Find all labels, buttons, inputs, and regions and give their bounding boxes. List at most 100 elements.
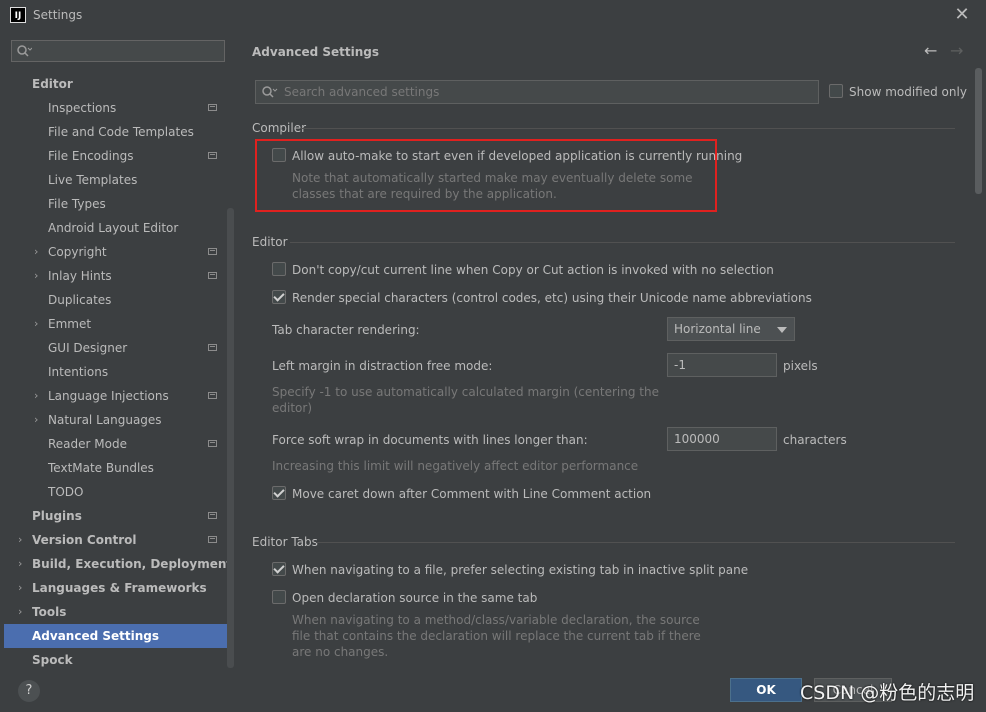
sidebar-item-tools[interactable]: › Tools	[4, 600, 233, 624]
tab-rendering-label: Tab character rendering:	[272, 323, 420, 337]
close-icon[interactable]: ✕	[952, 5, 972, 25]
project-level-icon	[208, 344, 217, 351]
chevron-right-icon[interactable]: ›	[18, 600, 22, 624]
sidebar-item-plugins[interactable]: Plugins	[4, 504, 233, 528]
project-level-icon	[208, 512, 217, 519]
sidebar-item-label: Advanced Settings	[32, 629, 160, 643]
chevron-right-icon[interactable]: ›	[34, 384, 38, 408]
left-margin-unit: pixels	[783, 359, 818, 373]
sidebar-item-version-control[interactable]: › Version Control	[4, 528, 233, 552]
chevron-right-icon[interactable]: ›	[18, 528, 22, 552]
sidebar-item-android-layout-editor[interactable]: Android Layout Editor	[4, 216, 233, 240]
sidebar-item-file-encodings[interactable]: File Encodings	[4, 144, 233, 168]
sidebar-item-label: TODO	[48, 485, 84, 499]
soft-wrap-value: 100000	[674, 432, 720, 446]
sidebar-item-copyright[interactable]: › Copyright	[4, 240, 233, 264]
sidebar-item-file-and-code-templates[interactable]: File and Code Templates	[4, 120, 233, 144]
sidebar-item-languages-frameworks[interactable]: › Languages & Frameworks	[4, 576, 233, 600]
left-margin-label: Left margin in distraction free mode:	[272, 359, 493, 373]
sidebar-item-label: Live Templates	[48, 173, 138, 187]
chevron-right-icon[interactable]: ›	[18, 576, 22, 600]
sidebar-item-editor[interactable]: Editor	[4, 72, 233, 96]
editor-section-header: Editor	[252, 235, 288, 249]
left-margin-input[interactable]: -1	[667, 353, 777, 377]
chevron-right-icon[interactable]: ›	[18, 552, 22, 576]
sidebar-item-label: Build, Execution, Deployment	[32, 557, 233, 571]
sidebar-item-language-injections[interactable]: › Language Injections	[4, 384, 233, 408]
show-modified-only-checkbox[interactable]	[829, 84, 843, 98]
no-copy-cut-checkbox[interactable]	[272, 262, 286, 276]
title-bar: IJ Settings ✕	[0, 0, 986, 32]
search-icon	[17, 45, 32, 57]
show-modified-only-label[interactable]: Show modified only	[849, 85, 967, 99]
editor-tabs-section-header: Editor Tabs	[252, 535, 318, 549]
sidebar-scrollbar[interactable]	[227, 208, 234, 668]
open-same-tab-label[interactable]: Open declaration source in the same tab	[292, 591, 537, 605]
chevron-right-icon[interactable]: ›	[34, 264, 38, 288]
search-icon	[262, 86, 278, 98]
main-scrollbar[interactable]	[975, 68, 982, 194]
open-same-tab-checkbox[interactable]	[272, 590, 286, 604]
soft-wrap-hint: Increasing this limit will negatively af…	[272, 459, 639, 473]
sidebar-item-label: File Encodings	[48, 149, 134, 163]
sidebar-item-natural-languages[interactable]: › Natural Languages	[4, 408, 233, 432]
chevron-down-icon	[777, 327, 787, 333]
sidebar-item-textmate-bundles[interactable]: TextMate Bundles	[4, 456, 233, 480]
help-icon[interactable]: ?	[18, 680, 40, 702]
sidebar-item-label: TextMate Bundles	[48, 461, 154, 475]
sidebar-item-file-types[interactable]: File Types	[4, 192, 233, 216]
project-level-icon	[208, 272, 217, 279]
compiler-section-header: Compiler	[252, 121, 307, 135]
chevron-right-icon[interactable]: ›	[34, 312, 38, 336]
sidebar-item-duplicates[interactable]: Duplicates	[4, 288, 233, 312]
sidebar-item-todo[interactable]: TODO	[4, 480, 233, 504]
page-title: Advanced Settings	[252, 45, 380, 59]
sidebar-item-live-templates[interactable]: Live Templates	[4, 168, 233, 192]
sidebar-item-label: File Types	[48, 197, 106, 211]
advanced-settings-panel: Advanced Settings ← → Show modified only…	[236, 32, 986, 668]
prefer-existing-tab-label[interactable]: When navigating to a file, prefer select…	[292, 563, 748, 577]
no-copy-cut-label[interactable]: Don't copy/cut current line when Copy or…	[292, 263, 774, 277]
sidebar-item-intentions[interactable]: Intentions	[4, 360, 233, 384]
chevron-right-icon[interactable]: ›	[34, 240, 38, 264]
sidebar-item-label: Plugins	[32, 509, 82, 523]
window-title: Settings	[33, 8, 83, 22]
section-divider	[290, 242, 955, 243]
sidebar-item-advanced-settings[interactable]: Advanced Settings	[4, 624, 233, 648]
advanced-search-field[interactable]	[255, 80, 819, 104]
auto-make-label[interactable]: Allow auto-make to start even if develop…	[292, 149, 742, 163]
ok-button[interactable]: OK	[730, 678, 802, 702]
section-divider	[300, 128, 955, 129]
project-level-icon	[208, 152, 217, 159]
project-level-icon	[208, 104, 217, 111]
render-special-label[interactable]: Render special characters (control codes…	[292, 291, 812, 305]
prefer-existing-tab-checkbox[interactable]	[272, 562, 286, 576]
advanced-search-input[interactable]	[284, 83, 804, 101]
sidebar-item-label: Tools	[32, 605, 67, 619]
chevron-right-icon[interactable]: ›	[34, 408, 38, 432]
sidebar-item-inspections[interactable]: Inspections	[4, 96, 233, 120]
sidebar-search-input[interactable]	[11, 40, 225, 62]
sidebar-item-label: Android Layout Editor	[48, 221, 179, 235]
sidebar-item-label: Version Control	[32, 533, 137, 547]
render-special-checkbox[interactable]	[272, 290, 286, 304]
sidebar-item-reader-mode[interactable]: Reader Mode	[4, 432, 233, 456]
sidebar-item-build-execution-deployment[interactable]: › Build, Execution, Deployment	[4, 552, 233, 576]
sidebar-item-label: Natural Languages	[48, 413, 162, 427]
auto-make-checkbox[interactable]	[272, 148, 286, 162]
sidebar-item-label: File and Code Templates	[48, 125, 194, 139]
project-level-icon	[208, 392, 217, 399]
project-level-icon	[208, 440, 217, 447]
tab-rendering-dropdown[interactable]: Horizontal line	[667, 317, 795, 341]
move-caret-label[interactable]: Move caret down after Comment with Line …	[292, 487, 651, 501]
sidebar-item-inlay-hints[interactable]: › Inlay Hints	[4, 264, 233, 288]
sidebar-item-label: Editor	[32, 77, 73, 91]
sidebar-item-gui-designer[interactable]: GUI Designer	[4, 336, 233, 360]
soft-wrap-input[interactable]: 100000	[667, 427, 777, 451]
left-margin-value: -1	[674, 358, 686, 372]
back-arrow-icon[interactable]: ←	[924, 41, 937, 60]
move-caret-checkbox[interactable]	[272, 486, 286, 500]
sidebar-item-emmet[interactable]: › Emmet	[4, 312, 233, 336]
soft-wrap-label: Force soft wrap in documents with lines …	[272, 433, 588, 447]
intellij-app-icon: IJ	[10, 7, 26, 23]
